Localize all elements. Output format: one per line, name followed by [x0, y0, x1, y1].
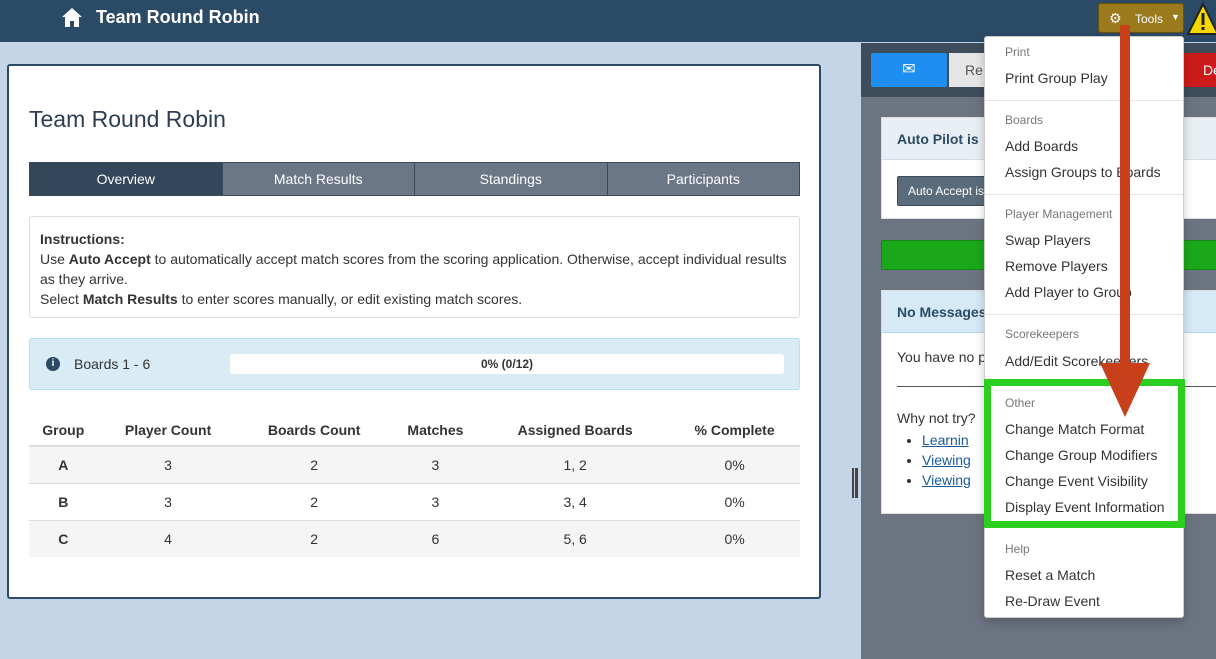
caret-down-icon: ▼ — [1171, 12, 1180, 22]
instructions-line-2: Select Match Results to enter scores man… — [40, 291, 523, 307]
menu-item-reset-a-match[interactable]: Reset a Match — [1005, 567, 1095, 583]
tab-participants[interactable]: Participants — [606, 163, 799, 195]
menu-item-add-boards[interactable]: Add Boards — [1005, 138, 1078, 154]
table-cell: 0% — [669, 519, 800, 557]
help-link[interactable]: Viewing — [922, 472, 971, 488]
table-cell: 3, 4 — [481, 482, 670, 520]
home-icon[interactable] — [60, 6, 84, 30]
list-item: Learnin — [922, 430, 971, 450]
app-title: Team Round Robin — [96, 7, 260, 27]
column-header: Assigned Boards — [481, 414, 670, 447]
warning-icon[interactable] — [1186, 2, 1216, 36]
email-button[interactable]: ✉ — [871, 53, 947, 87]
list-item: Viewing — [922, 450, 971, 470]
arrow-annotation-icon — [1100, 25, 1150, 417]
table-header-row: Group Player Count Boards Count Matches … — [29, 414, 800, 447]
event-tabs: Overview Match Results Standings Partici… — [29, 162, 800, 196]
tools-label: Tools — [1135, 12, 1164, 26]
messages-text: You have no p — [897, 349, 987, 365]
tab-match-results[interactable]: Match Results — [221, 163, 414, 195]
tab-overview[interactable]: Overview — [30, 163, 222, 195]
table-cell: 2 — [238, 482, 390, 520]
list-item: Viewing — [922, 470, 971, 490]
why-not-try-text: Why not try? — [897, 410, 976, 426]
event-card: Team Round Robin Overview Match Results … — [7, 64, 821, 599]
menu-header-help: Help — [1005, 542, 1030, 556]
instructions-heading: Instructions: — [40, 231, 125, 247]
menu-header-scorekeepers: Scorekeepers — [1005, 327, 1080, 341]
boards-progress-panel: i Boards 1 - 6 0% (0/12) — [29, 338, 800, 390]
boards-label: Boards 1 - 6 — [74, 356, 151, 372]
table-cell: 2 — [238, 519, 390, 557]
column-header: Player Count — [97, 414, 239, 447]
panel-splitter-handle[interactable] — [852, 468, 858, 498]
menu-header-boards: Boards — [1005, 113, 1044, 127]
column-header: Matches — [389, 414, 482, 447]
table-cell: B — [29, 482, 98, 520]
table-row: A 3 2 3 1, 2 0% — [29, 445, 800, 483]
table-cell: 2 — [238, 445, 390, 483]
instructions-box: Instructions: Use Auto Accept to automat… — [29, 216, 800, 318]
help-link[interactable]: Viewing — [922, 452, 971, 468]
menu-item-re-draw-event[interactable]: Re-Draw Event — [1005, 593, 1100, 609]
table-cell: 6 — [389, 519, 482, 557]
column-header: % Complete — [669, 414, 800, 447]
table-cell: 3 — [97, 482, 239, 520]
delete-button[interactable]: De — [1181, 53, 1216, 87]
instructions-line-1: Use Auto Accept to automatically accept … — [40, 251, 787, 287]
table-cell: 0% — [669, 482, 800, 520]
menu-header-print: Print — [1005, 45, 1030, 59]
progress-bar: 0% (0/12) — [230, 354, 784, 374]
envelope-icon: ✉ — [902, 61, 916, 78]
table-cell: 3 — [97, 445, 239, 483]
help-link[interactable]: Learnin — [922, 432, 969, 448]
table-cell: 3 — [389, 482, 482, 520]
table-cell: 0% — [669, 445, 800, 483]
tab-standings[interactable]: Standings — [414, 163, 607, 195]
table-cell: 1, 2 — [481, 445, 670, 483]
table-cell: A — [29, 445, 98, 483]
column-header: Boards Count — [238, 414, 390, 447]
table-cell: 3 — [389, 445, 482, 483]
table-row: B 3 2 3 3, 4 0% — [29, 482, 800, 520]
help-links: Learnin Viewing Viewing — [922, 430, 971, 490]
groups-table: Group Player Count Boards Count Matches … — [29, 414, 800, 557]
table-cell: 4 — [97, 519, 239, 557]
info-icon: i — [46, 357, 60, 371]
menu-item-swap-players[interactable]: Swap Players — [1005, 232, 1091, 248]
column-header: Group — [29, 414, 98, 447]
table-row: C 4 2 6 5, 6 0% — [29, 519, 800, 557]
page-title: Team Round Robin — [29, 106, 226, 132]
table-cell: C — [29, 519, 98, 557]
table-cell: 5, 6 — [481, 519, 670, 557]
